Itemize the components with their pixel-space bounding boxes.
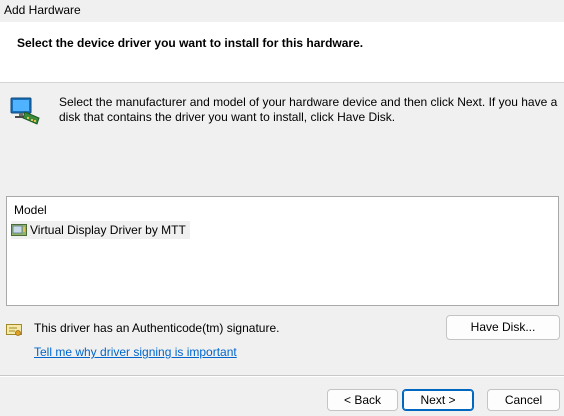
header-panel: Select the device driver you want to ins… — [0, 22, 564, 83]
display-adapter-icon — [11, 224, 27, 236]
title-bar: Add Hardware — [0, 0, 564, 22]
have-disk-button[interactable]: Have Disk... — [446, 315, 560, 340]
model-column-header: Model — [14, 203, 47, 217]
driver-signing-link[interactable]: Tell me why driver signing is important — [34, 345, 237, 359]
certificate-icon — [6, 324, 22, 336]
header-title: Select the device driver you want to ins… — [17, 36, 364, 50]
cancel-button[interactable]: Cancel — [487, 389, 560, 411]
bottom-divider — [0, 375, 564, 377]
next-button[interactable]: Next > — [402, 389, 474, 411]
hardware-monitor-icon — [10, 97, 40, 125]
window-title: Add Hardware — [4, 3, 81, 17]
list-item[interactable]: Virtual Display Driver by MTT — [11, 221, 190, 239]
model-list[interactable]: Model Virtual Display Driver by MTT — [6, 196, 559, 306]
model-item-label: Virtual Display Driver by MTT — [30, 223, 186, 237]
signature-status-text: This driver has an Authenticode(tm) sign… — [34, 321, 280, 335]
instructions-text: Select the manufacturer and model of you… — [59, 95, 558, 124]
back-button[interactable]: < Back — [327, 389, 398, 411]
